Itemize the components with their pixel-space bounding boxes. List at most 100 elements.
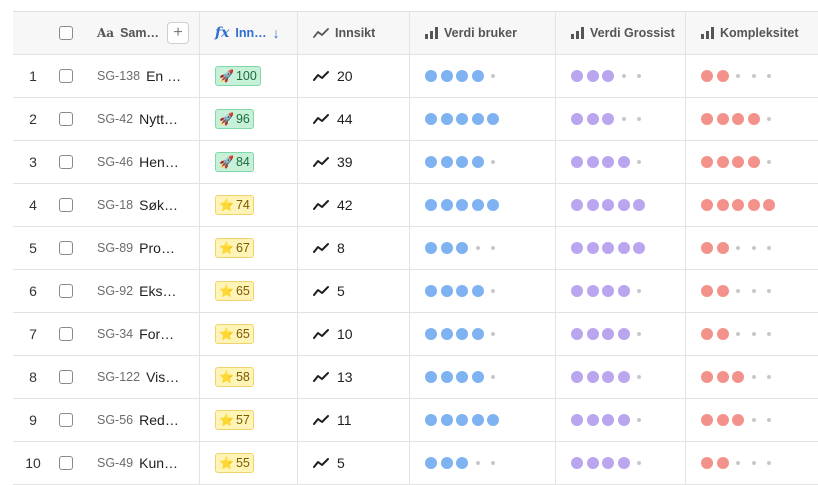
row-checkbox[interactable]	[59, 327, 73, 341]
row-checkbox[interactable]	[59, 456, 73, 470]
complexity-cell[interactable]	[686, 442, 818, 484]
row-select[interactable]	[53, 184, 89, 226]
row-checkbox[interactable]	[59, 69, 73, 83]
name-cell[interactable]: SG-18 Søke…	[89, 184, 200, 226]
table-row[interactable]: 6 SG-92 Eks… ⭐ 65 5	[13, 270, 818, 313]
complexity-cell[interactable]	[686, 356, 818, 398]
score-cell[interactable]: ⭐ 65	[200, 313, 298, 355]
insight-cell[interactable]: 42	[298, 184, 410, 226]
value-user-cell[interactable]	[410, 227, 556, 269]
complexity-cell[interactable]	[686, 55, 818, 97]
complexity-cell[interactable]	[686, 141, 818, 183]
value-wholesaler-cell[interactable]	[556, 98, 686, 140]
value-user-cell[interactable]	[410, 98, 556, 140]
add-column-button[interactable]: +	[167, 22, 189, 44]
row-select[interactable]	[53, 55, 89, 97]
insight-cell[interactable]: 20	[298, 55, 410, 97]
row-checkbox[interactable]	[59, 155, 73, 169]
complexity-cell[interactable]	[686, 227, 818, 269]
value-user-cell[interactable]	[410, 55, 556, 97]
value-wholesaler-cell[interactable]	[556, 227, 686, 269]
header-name[interactable]: Aa Sam… +	[89, 12, 200, 54]
name-cell[interactable]: SG-138 En …	[89, 55, 200, 97]
header-complexity[interactable]: Kompleksitet	[686, 12, 818, 54]
row-checkbox[interactable]	[59, 413, 73, 427]
score-cell[interactable]: ⭐ 55	[200, 442, 298, 484]
header-insight[interactable]: Innsikt	[298, 12, 410, 54]
row-select[interactable]	[53, 313, 89, 355]
value-wholesaler-cell[interactable]	[556, 270, 686, 312]
header-score[interactable]: fx Inn… ↓	[200, 12, 298, 54]
value-user-cell[interactable]	[410, 270, 556, 312]
value-wholesaler-cell[interactable]	[556, 442, 686, 484]
value-wholesaler-cell[interactable]	[556, 184, 686, 226]
score-cell[interactable]: ⭐ 65	[200, 270, 298, 312]
name-cell[interactable]: SG-46 Hent…	[89, 141, 200, 183]
value-user-cell[interactable]	[410, 356, 556, 398]
name-cell[interactable]: SG-89 Prod…	[89, 227, 200, 269]
value-wholesaler-cell[interactable]	[556, 356, 686, 398]
score-cell[interactable]: 🚀 84	[200, 141, 298, 183]
row-checkbox[interactable]	[59, 112, 73, 126]
row-checkbox[interactable]	[59, 284, 73, 298]
insight-cell[interactable]: 44	[298, 98, 410, 140]
insight-cell[interactable]: 39	[298, 141, 410, 183]
score-cell[interactable]: 🚀 100	[200, 55, 298, 97]
insight-cell[interactable]: 5	[298, 442, 410, 484]
complexity-cell[interactable]	[686, 313, 818, 355]
name-cell[interactable]: SG-34 Forv…	[89, 313, 200, 355]
table-row[interactable]: 9 SG-56 Red… ⭐ 57 11	[13, 399, 818, 442]
complexity-cell[interactable]	[686, 98, 818, 140]
complexity-cell[interactable]	[686, 399, 818, 441]
row-select[interactable]	[53, 98, 89, 140]
select-all-checkbox[interactable]	[59, 26, 73, 40]
row-select[interactable]	[53, 227, 89, 269]
header-value-user[interactable]: Verdi bruker	[410, 12, 556, 54]
name-cell[interactable]: SG-122 Vis…	[89, 356, 200, 398]
complexity-cell[interactable]	[686, 270, 818, 312]
score-cell[interactable]: 🚀 96	[200, 98, 298, 140]
header-value-wholesaler[interactable]: Verdi Grossist	[556, 12, 686, 54]
name-cell[interactable]: SG-49 Kun…	[89, 442, 200, 484]
insight-cell[interactable]: 10	[298, 313, 410, 355]
row-select[interactable]	[53, 442, 89, 484]
score-cell[interactable]: ⭐ 57	[200, 399, 298, 441]
name-cell[interactable]: SG-56 Red…	[89, 399, 200, 441]
value-wholesaler-cell[interactable]	[556, 141, 686, 183]
row-select[interactable]	[53, 399, 89, 441]
row-select[interactable]	[53, 270, 89, 312]
insight-cell[interactable]: 8	[298, 227, 410, 269]
table-row[interactable]: 10 SG-49 Kun… ⭐ 55 5	[13, 442, 818, 485]
table-row[interactable]: 5 SG-89 Prod… ⭐ 67 8	[13, 227, 818, 270]
insight-cell[interactable]: 11	[298, 399, 410, 441]
row-select[interactable]	[53, 141, 89, 183]
row-select[interactable]	[53, 356, 89, 398]
name-cell[interactable]: SG-92 Eks…	[89, 270, 200, 312]
value-user-cell[interactable]	[410, 442, 556, 484]
header-select-all[interactable]	[53, 12, 89, 54]
table-row[interactable]: 4 SG-18 Søke… ⭐74 42	[13, 184, 818, 227]
value-user-cell[interactable]	[410, 184, 556, 226]
table-row[interactable]: 2 SG-42 Nytt… 🚀 96 44	[13, 98, 818, 141]
row-checkbox[interactable]	[59, 370, 73, 384]
score-cell[interactable]: ⭐ 58	[200, 356, 298, 398]
insight-cell[interactable]: 5	[298, 270, 410, 312]
value-user-cell[interactable]	[410, 141, 556, 183]
row-checkbox[interactable]	[59, 198, 73, 212]
table-row[interactable]: 3 SG-46 Hent… 🚀 84 39	[13, 141, 818, 184]
table-row[interactable]: 1 SG-138 En … 🚀 100 20	[13, 55, 818, 98]
score-cell[interactable]: ⭐ 67	[200, 227, 298, 269]
row-checkbox[interactable]	[59, 241, 73, 255]
value-wholesaler-cell[interactable]	[556, 55, 686, 97]
table-row[interactable]: 7 SG-34 Forv… ⭐ 65 10	[13, 313, 818, 356]
value-wholesaler-cell[interactable]	[556, 399, 686, 441]
insight-cell[interactable]: 13	[298, 356, 410, 398]
sort-descending-icon[interactable]: ↓	[273, 25, 280, 41]
complexity-cell[interactable]	[686, 184, 818, 226]
value-user-cell[interactable]	[410, 399, 556, 441]
score-cell[interactable]: ⭐ 74	[200, 184, 298, 226]
value-wholesaler-cell[interactable]	[556, 313, 686, 355]
name-cell[interactable]: SG-42 Nytt…	[89, 98, 200, 140]
value-user-cell[interactable]	[410, 313, 556, 355]
table-row[interactable]: 8 SG-122 Vis… ⭐ 58 13	[13, 356, 818, 399]
